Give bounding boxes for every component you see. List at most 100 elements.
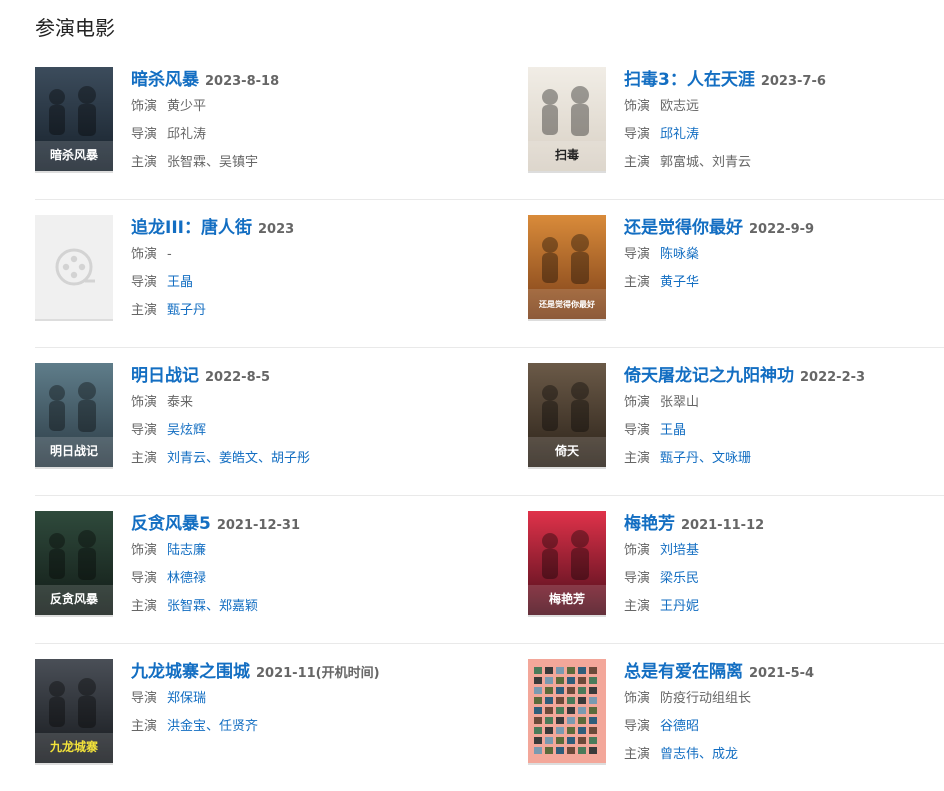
person-link[interactable]: 刘青云、姜皓文、胡子彤 (167, 451, 310, 466)
credit-line: 主演 刘青云、姜皓文、胡子彤 (131, 445, 451, 473)
credit-label: 主演 (131, 599, 158, 614)
credit-line: 饰演 陆志廉 (131, 537, 451, 565)
movie-info: 总是有爱在隔离 2021-5-4 饰演 防疫行动组组长 导演 谷德昭 主演 曾志伟、成龙 (624, 659, 944, 769)
release-date: 2023-8-18 (205, 74, 280, 89)
credit-line: 主演 甄子丹 (131, 297, 451, 325)
credit-line: 导演 邱礼涛 (624, 121, 944, 149)
movie-title-link[interactable]: 倚天屠龙记之九阳神功 (624, 366, 794, 386)
movie-title-link[interactable]: 追龙III：唐人街 (131, 218, 252, 238)
movie-poster[interactable] (528, 659, 606, 765)
movie-title-line: 扫毒3：人在天涯 2023-7-6 (624, 67, 944, 93)
movie-title-link[interactable]: 还是觉得你最好 (624, 218, 743, 238)
release-date: 2023 (257, 222, 295, 237)
person-link[interactable]: 王晶 (660, 423, 686, 438)
person-link[interactable]: 曾志伟、成龙 (660, 747, 738, 762)
credit-label: 导演 (131, 691, 158, 706)
movie-poster[interactable]: 梅艳芳 (528, 511, 606, 617)
release-date: 2021-11-12 (681, 518, 765, 533)
person-link[interactable]: 王丹妮 (660, 599, 699, 614)
movie-info: 还是觉得你最好 2022-9-9 导演 陈咏燊 主演 黄子华 (624, 215, 944, 297)
movie-info: 扫毒3：人在天涯 2023-7-6 饰演 欧志远 导演 邱礼涛 主演 郭富城、刘青云 (624, 67, 944, 177)
credit-value: 黄少平 (167, 99, 207, 114)
credit-line: 主演 郭富城、刘青云 (624, 149, 944, 177)
movie-card: 还是觉得你最好 还是觉得你最好 2022-9-9 导演 陈咏燊 主演 黄子华 (528, 215, 944, 321)
person-link[interactable]: 洪金宝、任贤齐 (167, 719, 258, 734)
credit-line: 主演 张智霖、吴镇宇 (131, 149, 451, 177)
release-date: 2022-9-9 (749, 222, 815, 237)
credit-value: 张智霖、吴镇宇 (167, 155, 259, 170)
movie-title-line: 追龙III：唐人街 2023 (131, 215, 451, 241)
poster-placeholder[interactable] (35, 215, 113, 321)
person-link[interactable]: 郑保瑞 (167, 691, 206, 706)
credit-line: 导演 谷德昭 (624, 713, 944, 741)
person-link[interactable]: 黄子华 (660, 275, 699, 290)
credit-label: 饰演 (624, 691, 651, 706)
credit-label: 主演 (624, 747, 651, 762)
poster-title-text: 暗杀风暴 (50, 147, 99, 162)
movie-info: 追龙III：唐人街 2023 饰演 - 导演 王晶 主演 甄子丹 (131, 215, 451, 325)
credit-label: 主演 (624, 599, 651, 614)
release-date: 2021-12-31 (216, 518, 300, 533)
movie-title-link[interactable]: 梅艳芳 (624, 514, 675, 534)
credit-label: 导演 (131, 423, 158, 438)
person-link[interactable]: 吴炫辉 (167, 423, 206, 438)
credit-line: 主演 曾志伟、成龙 (624, 741, 944, 769)
credit-value: 欧志远 (660, 99, 700, 114)
movie-title-link[interactable]: 九龙城寨之围城 (131, 662, 250, 682)
person-link[interactable]: 张智霖、郑嘉颖 (167, 599, 258, 614)
person-link[interactable]: 陈咏燊 (660, 247, 699, 262)
movie-card: 扫毒 扫毒3：人在天涯 2023-7-6 饰演 欧志远 导演 邱礼涛 主演 郭富城、刘青云 (528, 67, 944, 173)
movie-title-link[interactable]: 总是有爱在隔离 (624, 662, 743, 682)
movie-card: 九龙城寨 九龙城寨之围城 2021-11(开机时间) 导演 郑保瑞 主演 洪金宝、任贤齐 (35, 659, 455, 765)
credit-label: 导演 (131, 275, 158, 290)
credit-line: 饰演 泰来 (131, 389, 451, 417)
person-link[interactable]: 邱礼涛 (660, 127, 699, 142)
credit-line: 导演 邱礼涛 (131, 121, 451, 149)
credit-line: 导演 梁乐民 (624, 565, 944, 593)
movie-title-link[interactable]: 明日战记 (131, 366, 199, 386)
movie-title-line: 九龙城寨之围城 2021-11(开机时间) (131, 659, 451, 685)
movie-title-link[interactable]: 暗杀风暴 (131, 70, 199, 90)
credit-label: 主演 (624, 275, 651, 290)
person-link[interactable]: 林德禄 (167, 571, 206, 586)
movie-poster[interactable]: 倚天 (528, 363, 606, 469)
credit-label: 饰演 (131, 99, 158, 114)
credit-value: 张翠山 (660, 395, 700, 410)
release-date: 2023-7-6 (760, 74, 826, 89)
movie-title-line: 倚天屠龙记之九阳神功 2022-2-3 (624, 363, 944, 389)
movie-poster[interactable]: 明日战记 (35, 363, 113, 469)
person-link[interactable]: 刘培基 (660, 543, 699, 558)
credit-line: 饰演 刘培基 (624, 537, 944, 565)
person-link[interactable]: 王晶 (167, 275, 193, 290)
person-link[interactable]: 梁乐民 (660, 571, 699, 586)
movie-title-link[interactable]: 扫毒3：人在天涯 (624, 70, 755, 90)
credit-label: 导演 (624, 719, 651, 734)
movie-card: 倚天 倚天屠龙记之九阳神功 2022-2-3 饰演 张翠山 导演 王晶 主演 甄子丹、文咏珊 (528, 363, 944, 469)
person-link[interactable]: 陆志廉 (167, 543, 206, 558)
movie-info: 暗杀风暴 2023-8-18 饰演 黄少平 导演 邱礼涛 主演 张智霖、吴镇宇 (131, 67, 451, 177)
movie-row: 明日战记 明日战记 2022-8-5 饰演 泰来 导演 吴炫辉 主演 刘青云、姜皓文、胡子彤 倚天… (35, 348, 944, 496)
person-link[interactable]: 甄子丹 (167, 303, 206, 318)
movie-info: 明日战记 2022-8-5 饰演 泰来 导演 吴炫辉 主演 刘青云、姜皓文、胡子彤 (131, 363, 451, 473)
credit-value: 泰来 (167, 395, 194, 410)
movie-title-line: 反贪风暴5 2021-12-31 (131, 511, 451, 537)
movie-title-line: 梅艳芳 2021-11-12 (624, 511, 944, 537)
credit-label: 饰演 (624, 543, 651, 558)
movie-poster[interactable]: 还是觉得你最好 (528, 215, 606, 321)
credit-line: 导演 吴炫辉 (131, 417, 451, 445)
credit-value: - (167, 247, 172, 262)
person-link[interactable]: 谷德昭 (660, 719, 699, 734)
movie-poster[interactable]: 暗杀风暴 (35, 67, 113, 173)
credit-label: 主演 (131, 155, 158, 170)
credit-label: 饰演 (131, 543, 158, 558)
credit-line: 主演 甄子丹、文咏珊 (624, 445, 944, 473)
person-link[interactable]: 甄子丹、文咏珊 (660, 451, 751, 466)
movie-poster[interactable]: 扫毒 (528, 67, 606, 173)
poster-title-text: 倚天 (554, 443, 580, 458)
movie-poster[interactable]: 反贪风暴 (35, 511, 113, 617)
credit-label: 主演 (131, 451, 158, 466)
movie-title-link[interactable]: 反贪风暴5 (131, 514, 211, 534)
credit-label: 导演 (624, 247, 651, 262)
movie-title-line: 总是有爱在隔离 2021-5-4 (624, 659, 944, 685)
movie-poster[interactable]: 九龙城寨 (35, 659, 113, 765)
